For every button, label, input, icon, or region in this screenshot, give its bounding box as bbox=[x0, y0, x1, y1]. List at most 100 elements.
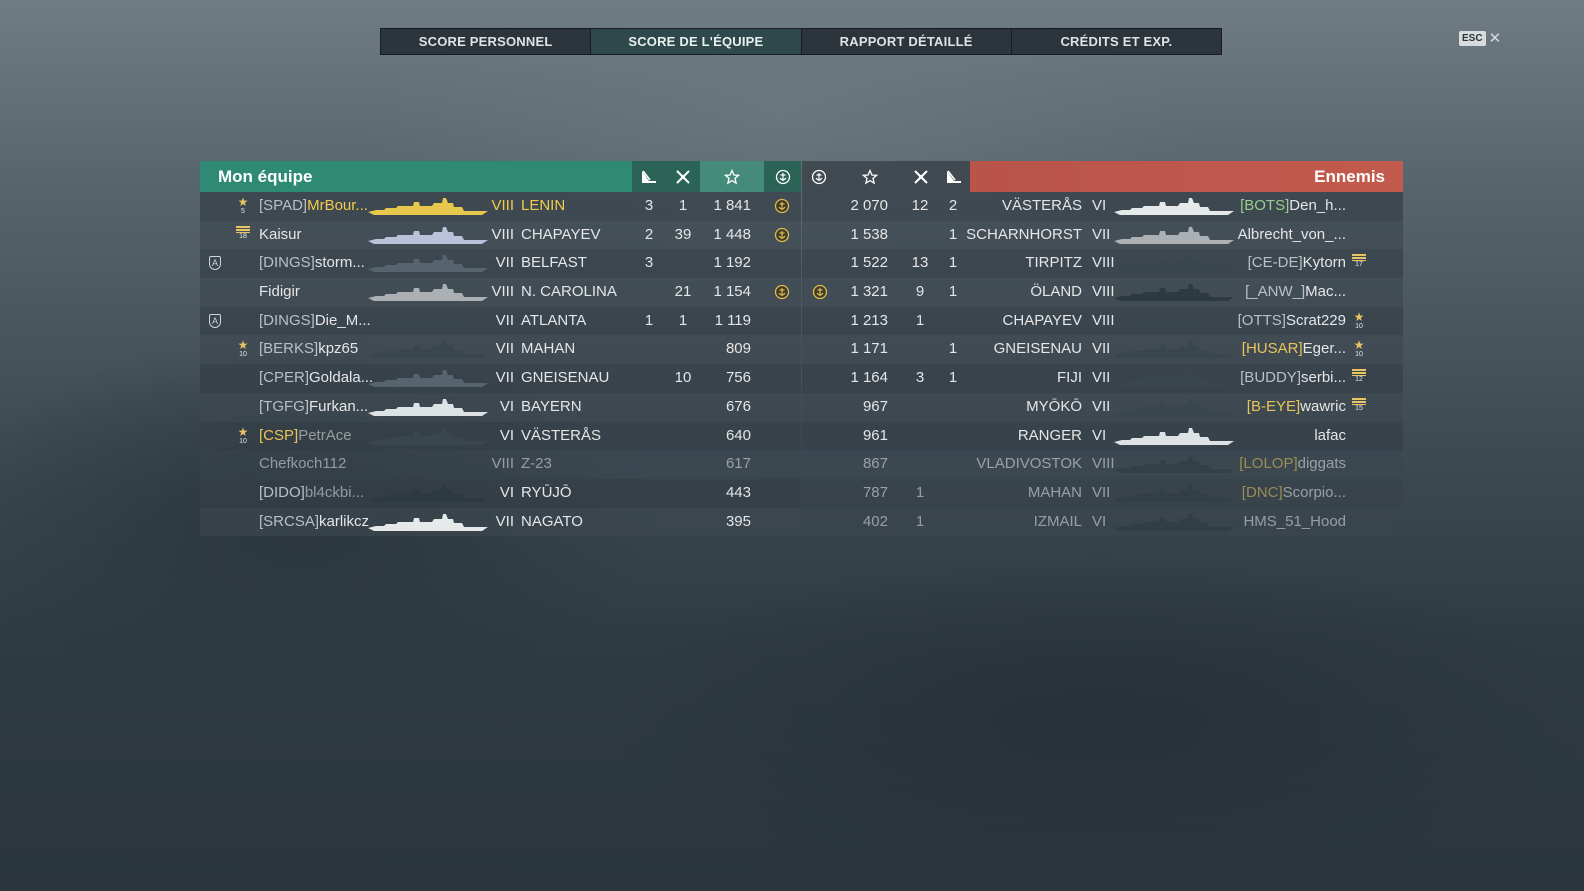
ally-player-row[interactable]: ★ 10 [BERKS]kpz65 VII MAHAN 809 bbox=[200, 335, 801, 365]
enemy-player-row[interactable]: 1 522 13 1 TIRPITZ VIII [CE-DE]Kytorn 17 bbox=[802, 249, 1403, 279]
player-name[interactable]: [OTTS]Scrat229 bbox=[1238, 307, 1346, 336]
ships-destroyed-column-icon[interactable] bbox=[938, 161, 970, 192]
ally-player-row[interactable]: A [DINGS]storm... VII BELFAST 3 1 192 bbox=[200, 249, 801, 279]
ship-tier: VIII bbox=[1092, 283, 1115, 301]
ship-name: BELFAST bbox=[521, 254, 587, 272]
ally-player-row[interactable]: [TGFG]Furkan... VI BAYERN 676 bbox=[200, 392, 801, 422]
ally-player-row[interactable]: ★ 10 [CSP]PetrAce VI VÄSTERÅS 640 bbox=[200, 421, 801, 451]
player-name[interactable]: Kaisur bbox=[259, 221, 302, 250]
ally-player-row[interactable]: [CPER]Goldala... VII GNEISENAU 10 756 bbox=[200, 364, 801, 393]
tab-score-equipe[interactable]: SCORE DE L'ÉQUIPE bbox=[591, 29, 802, 54]
ship-silhouette-icon bbox=[368, 255, 488, 273]
player-name[interactable]: [CPER]Goldala... bbox=[259, 364, 373, 393]
enemy-player-row[interactable]: 967 MYŌKŌ VII [B-EYE]wawric 15 bbox=[802, 392, 1403, 422]
service-badge-icon: ★ 5 bbox=[235, 196, 251, 218]
player-name[interactable]: [SRCSA]karlikcz bbox=[259, 508, 369, 537]
player-name[interactable]: [B-EYE]wawric bbox=[1247, 393, 1346, 422]
player-name[interactable]: [CE-DE]Kytorn bbox=[1248, 249, 1346, 278]
ally-player-row[interactable]: [DIDO]bl4ckbi... VI RYŪJŌ 443 bbox=[200, 478, 801, 508]
player-name[interactable]: HMS_51_Hood bbox=[1243, 508, 1346, 537]
player-name[interactable]: [SPAD]MrBour... bbox=[259, 192, 368, 221]
enemy-player-row[interactable]: 1 171 1 GNEISENAU VII [HUSAR]Eger... ★ 10 bbox=[802, 335, 1403, 365]
score-column-star-icon[interactable] bbox=[700, 161, 764, 192]
achievement-medal-icon bbox=[774, 284, 790, 300]
ships-destroyed-value: 1 bbox=[948, 369, 958, 387]
ally-player-row[interactable]: Chefkoch112 VIII Z-23 617 bbox=[200, 450, 801, 479]
ship-name: TIRPITZ bbox=[1025, 254, 1082, 272]
ship-silhouette-icon bbox=[1114, 226, 1234, 244]
tab-credits-exp[interactable]: CRÉDITS ET EXP. bbox=[1012, 29, 1221, 54]
score-value: 617 bbox=[725, 455, 751, 473]
enemy-player-row[interactable]: 787 1 MAHAN VII [DNC]Scorpio... bbox=[802, 478, 1403, 508]
ship-silhouette-icon bbox=[1114, 255, 1234, 273]
player-name[interactable]: Albrecht_von_... bbox=[1238, 221, 1346, 250]
service-badge-icon: 12 bbox=[1351, 368, 1367, 390]
enemy-player-row[interactable]: 402 1 IZMAIL VI HMS_51_Hood bbox=[802, 507, 1403, 537]
planes-destroyed-value bbox=[666, 393, 700, 422]
planes-destroyed-value bbox=[903, 422, 937, 451]
ship-tier: VIII bbox=[491, 283, 514, 301]
planes-destroyed-column-icon[interactable] bbox=[666, 161, 700, 192]
achievements-column-icon[interactable] bbox=[764, 161, 801, 192]
enemy-player-row[interactable]: 1 213 1 CHAPAYEV VIII [OTTS]Scrat229 ★ 10 bbox=[802, 306, 1403, 336]
player-name[interactable]: [_ANW_]Mac... bbox=[1245, 278, 1346, 307]
player-name[interactable]: [BOTS]Den_h... bbox=[1240, 192, 1346, 221]
player-nickname: HMS_51_Hood bbox=[1243, 512, 1346, 530]
score-value: 1 448 bbox=[713, 225, 751, 243]
player-name[interactable]: [TGFG]Furkan... bbox=[259, 393, 368, 422]
player-nickname: Fidigir bbox=[259, 283, 300, 301]
enemy-player-row[interactable]: 867 VLADIVOSTOK VIII [LOLOP]diggats bbox=[802, 450, 1403, 479]
player-name[interactable]: [DIDO]bl4ckbi... bbox=[259, 479, 364, 508]
ally-player-row[interactable]: ★ 5 [SPAD]MrBour... VIII LENIN 3 1 1 841 bbox=[200, 192, 801, 221]
player-name[interactable]: [BERKS]kpz65 bbox=[259, 335, 358, 364]
tab-score-personnel[interactable]: SCORE PERSONNEL bbox=[381, 29, 592, 54]
ally-player-row[interactable]: A [DINGS]Die_M... VII ATLANTA 1 1 1 119 bbox=[200, 306, 801, 336]
service-badge-icon: ★ 10 bbox=[235, 339, 251, 361]
player-name[interactable]: Chefkoch112 bbox=[259, 450, 346, 479]
close-button[interactable]: ESC ✕ bbox=[1459, 31, 1501, 46]
ships-destroyed-column-icon[interactable] bbox=[632, 161, 666, 192]
player-name[interactable]: [LOLOP]diggats bbox=[1239, 450, 1346, 479]
ships-destroyed-value: 2 bbox=[948, 197, 958, 214]
ally-player-row[interactable]: 18 Kaisur VIII CHAPAYEV 2 39 1 448 bbox=[200, 220, 801, 250]
achievements-column-icon[interactable] bbox=[802, 161, 836, 192]
badge-number: 10 bbox=[239, 437, 247, 445]
player-name[interactable]: [DINGS]storm... bbox=[259, 249, 365, 278]
player-name[interactable]: Fidigir bbox=[259, 278, 300, 307]
player-name[interactable]: [CSP]PetrAce bbox=[259, 422, 352, 451]
player-name[interactable]: lafac bbox=[1314, 422, 1346, 451]
badge-number: 15 bbox=[1355, 404, 1363, 412]
enemy-player-row[interactable]: 961 RANGER VI lafac bbox=[802, 421, 1403, 451]
enemy-player-row[interactable]: 1 538 1 SCHARNHORST VII Albrecht_von_... bbox=[802, 220, 1403, 250]
ship-silhouette-icon bbox=[368, 513, 488, 531]
score-value: 1 154 bbox=[713, 283, 751, 301]
ship-silhouette-icon bbox=[1114, 484, 1234, 502]
enemy-player-row[interactable]: 2 070 12 2 VÄSTERÅS VI [BOTS]Den_h... bbox=[802, 192, 1403, 221]
service-badge-icon: 17 bbox=[1351, 253, 1367, 275]
ally-player-row[interactable]: [SRCSA]karlikcz VII NAGATO 395 bbox=[200, 507, 801, 537]
player-nickname: MrBour... bbox=[307, 197, 368, 214]
planes-destroyed-value bbox=[666, 335, 700, 364]
score-value: 443 bbox=[725, 483, 751, 501]
player-clan-tag: [SPAD] bbox=[259, 197, 308, 214]
ships-destroyed-value: 1 bbox=[948, 225, 958, 243]
player-name[interactable]: [BUDDY]serbi... bbox=[1240, 364, 1346, 393]
tab-rapport-detaille[interactable]: RAPPORT DÉTAILLÉ bbox=[802, 29, 1012, 54]
player-clan-tag: [B-EYE] bbox=[1246, 397, 1301, 415]
enemy-player-row[interactable]: 1 321 9 1 ÖLAND VIII [_ANW_]Mac... bbox=[802, 278, 1403, 307]
player-name[interactable]: [DINGS]Die_M... bbox=[259, 307, 371, 336]
service-badge-icon: ★ 10 bbox=[235, 426, 251, 448]
player-nickname: Den_h... bbox=[1289, 197, 1346, 214]
player-name[interactable]: [DNC]Scorpio... bbox=[1242, 479, 1346, 508]
player-name[interactable]: [HUSAR]Eger... bbox=[1242, 335, 1346, 364]
ship-tier: VI bbox=[1092, 512, 1107, 530]
player-nickname: Eger... bbox=[1302, 340, 1346, 358]
player-nickname: serbi... bbox=[1300, 369, 1346, 387]
ship-silhouette-icon bbox=[1114, 284, 1234, 302]
enemy-player-row[interactable]: 1 164 3 1 FIJI VII [BUDDY]serbi... 12 bbox=[802, 364, 1403, 393]
tab-bar: SCORE PERSONNEL SCORE DE L'ÉQUIPE RAPPOR… bbox=[380, 28, 1222, 55]
planes-destroyed-column-icon[interactable] bbox=[904, 161, 938, 192]
ally-player-row[interactable]: Fidigir VIII N. CAROLINA 21 1 154 bbox=[200, 278, 801, 307]
ships-destroyed-value bbox=[632, 278, 666, 307]
score-column-star-icon[interactable] bbox=[836, 161, 904, 192]
